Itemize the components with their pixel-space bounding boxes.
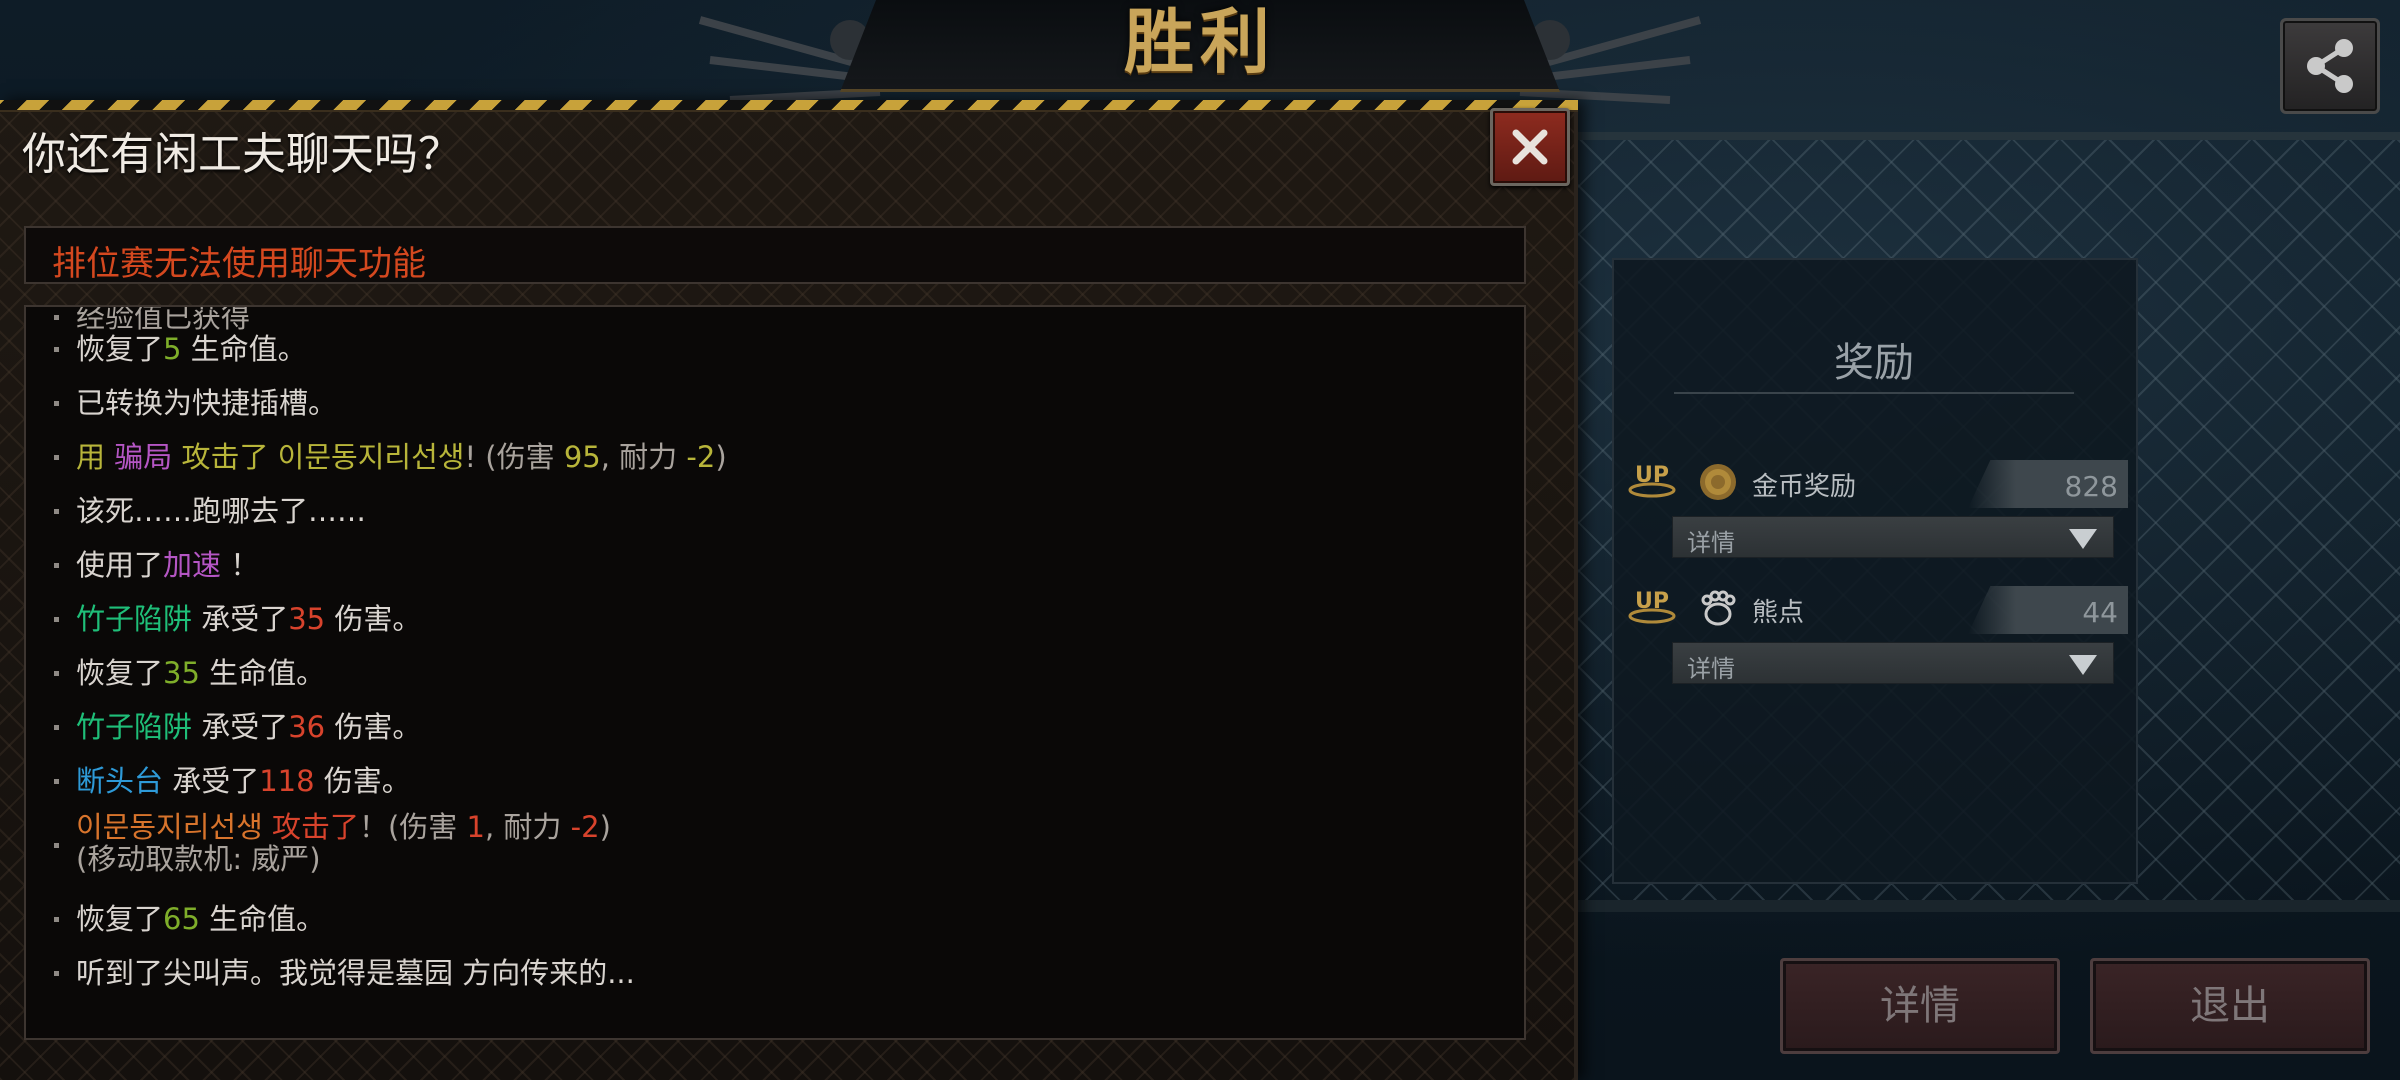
bullet-icon [54,315,59,320]
skill-name: 加速 [163,548,222,582]
bullet-icon [54,917,59,922]
stamina-change: -2 [570,810,600,844]
bear-points-details-dropdown[interactable]: 详情 [1672,642,2114,684]
weapon-info: (移动取款机: 威严) [76,842,321,876]
log-text: 攻击了 [172,440,278,474]
gold-coin-icon [1700,464,1736,500]
gold-reward-value-box: 828 [1968,460,2128,508]
log-text: 恢复了 [76,902,164,936]
close-icon [1512,129,1548,165]
bear-points-value-box: 44 [1968,586,2128,634]
stamina-change: -2 [686,440,716,474]
log-text: 伤害。 [325,602,422,636]
log-text: , 耐力 [600,440,687,474]
details-button[interactable]: 详情 [1780,958,2060,1054]
bullet-icon [54,347,59,352]
log-text: ！(伤害 [358,810,467,844]
fence-top-rail [1575,132,2400,140]
dialog-title: 你还有闲工夫聊天吗？ [22,129,462,180]
bullet-icon [54,971,59,976]
reward-row-bear-points: UP 熊点 44 [1628,582,2128,634]
svg-text:UP: UP [1635,463,1669,488]
log-text: 伤害。 [325,710,422,744]
bullet-icon [54,563,59,568]
heal-amount: 35 [163,656,200,690]
chevron-down-icon [2069,529,2097,549]
bullet-icon [54,401,59,406]
close-button[interactable] [1490,108,1570,186]
damage-amount: 1 [466,810,485,844]
up-badge-icon: UP [1628,463,1676,498]
log-text: 承受了 [192,602,289,636]
log-text: 已转换为快捷插槽。 [76,386,338,420]
log-text: 承受了 [192,710,289,744]
up-badge-icon: UP [1628,589,1676,624]
hazard-stripe [0,100,1578,112]
reward-row-gold: UP 金币奖励 828 [1628,456,2128,508]
bullet-icon [54,509,59,514]
log-text: ！ [221,548,260,582]
bullet-icon [54,671,59,676]
bullet-icon [54,617,59,622]
rewards-divider [1674,392,2074,394]
log-text: ) [715,440,727,474]
battle-log[interactable]: 经验值已获得 恢复了5 生命值。 已转换为快捷插槽。 用 骗局 攻击了 이문동지… [24,305,1526,1040]
log-text: 生命值。 [199,656,326,690]
trap-name: 竹子陷阱 [76,710,193,744]
damage-amount: 35 [288,602,326,636]
log-text: 攻击了 [262,810,359,844]
damage-amount: 118 [259,764,315,798]
log-text: 生命值。 [199,902,326,936]
bear-points-label: 熊点 [1752,598,1805,628]
damage-amount: 36 [288,710,326,744]
fence-bottom-rail [1575,900,2400,912]
gold-details-dropdown[interactable]: 详情 [1672,516,2114,558]
victory-title: 胜利 [1124,1,1276,83]
skill-name: 骗局 [114,440,173,474]
heal-amount: 65 [163,902,200,936]
log-text: ! (伤害 [464,440,564,474]
bullet-icon [54,455,59,460]
log-text: 承受了 [163,764,260,798]
log-text: ) [599,810,611,844]
rewards-panel: 奖励 UP 金币奖励 828 详情 UP 熊点 44 详情 [1612,258,2138,884]
heal-amount: 5 [163,332,182,366]
log-text: , 耐力 [484,810,571,844]
log-text: 生命值。 [181,332,307,366]
log-text: 听到了尖叫声。我觉得是墓园 方向传来的... [76,956,635,990]
attacker-name: 이문동지리선생 [76,810,263,844]
log-text: 使用了 [76,548,164,582]
log-text: 恢复了 [76,332,164,366]
chat-dialog: 你还有闲工夫聊天吗？ 排位赛无法使用聊天功能 经验值已获得 恢复了5 生命值。 … [0,100,1578,1080]
bullet-icon [54,843,59,848]
chat-disabled-notice: 排位赛无法使用聊天功能 [24,226,1526,284]
gold-details-label: 详情 [1687,529,1735,557]
gold-reward-label: 金币奖励 [1752,472,1857,502]
bear-paw-icon [1701,590,1736,626]
trap-name: 断头台 [76,764,164,798]
exit-button[interactable]: 退出 [2090,958,2370,1054]
log-text: 伤害。 [314,764,411,798]
bear-points-details-label: 详情 [1687,655,1735,683]
share-button[interactable] [2280,18,2380,114]
log-text: 该死……跑哪去了…… [76,494,367,528]
log-text: 恢复了 [76,656,164,690]
chevron-down-icon [2069,655,2097,675]
target-name: 이문동지리선생 [277,440,465,474]
bullet-icon [54,725,59,730]
gold-reward-value: 828 [2064,470,2118,503]
notice-text: 排位赛无法使用聊天功能 [52,244,426,284]
log-text: 用 [76,440,115,474]
rewards-title: 奖励 [1834,340,1914,386]
svg-text:UP: UP [1635,589,1669,614]
damage-amount: 95 [563,440,601,474]
share-icon [2307,39,2353,93]
bear-points-value: 44 [2082,596,2118,629]
trap-name: 竹子陷阱 [76,602,193,636]
bullet-icon [54,779,59,784]
